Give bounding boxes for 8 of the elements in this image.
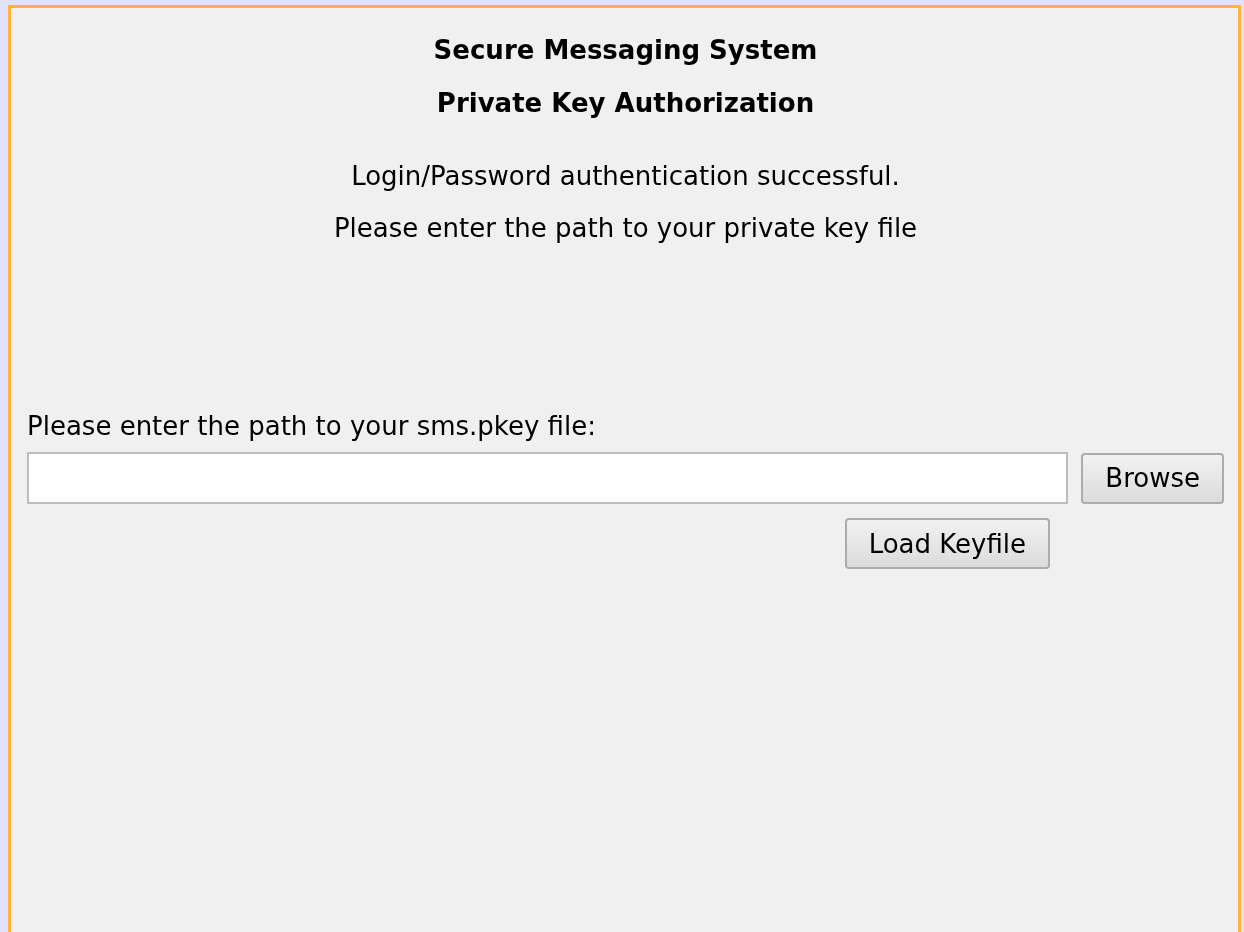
dialog-title: Secure Messaging System bbox=[433, 34, 818, 67]
status-message: Please enter the path to your private key file bbox=[333, 212, 918, 245]
path-input-field[interactable] bbox=[27, 452, 1069, 504]
status-message: Login/Password authentication successful. bbox=[351, 160, 900, 193]
field-label: Please enter the path to your sms.pkey file: bbox=[27, 410, 596, 443]
browse-button[interactable]: Browse bbox=[1081, 452, 1224, 504]
dialog-title: Private Key Authorization bbox=[436, 87, 815, 120]
load-keyfile-button[interactable]: Load Keyfile bbox=[844, 518, 1050, 569]
